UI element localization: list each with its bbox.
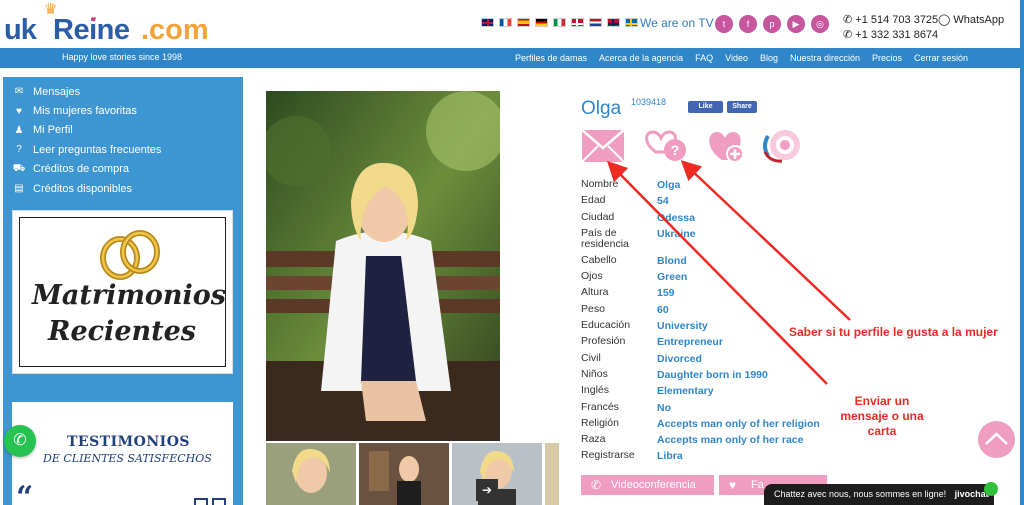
nav-item-acerca[interactable]: Acerca de la agencia	[599, 53, 683, 63]
profile-id: 1039418	[631, 97, 667, 107]
nav-item-faq[interactable]: FAQ	[695, 53, 713, 63]
language-flags	[481, 18, 638, 27]
flag-it-icon[interactable]	[553, 18, 566, 27]
sidebar-item-mensajes[interactable]: ✉ Mensajes	[12, 82, 161, 101]
chevron-up-icon	[985, 432, 1008, 445]
flag-se-icon[interactable]	[625, 18, 638, 27]
banner-title-line2: Recientes	[48, 316, 196, 347]
facebook-like-button[interactable]: Like	[688, 101, 723, 113]
nav-links: Perfiles de damas Acerca de la agencia F…	[515, 53, 968, 63]
nav-item-blog[interactable]: Blog	[760, 53, 778, 63]
photo-thumbnails	[266, 443, 559, 505]
videoconference-button[interactable]: ✆ Videoconferencia	[581, 475, 714, 495]
quote-icon: “	[16, 480, 34, 505]
nav-item-cerrar-sesion[interactable]: Cerrar sesión	[914, 53, 968, 63]
logo-com: .com	[141, 14, 209, 46]
site-logo[interactable]: ♛ uk Reine ♥ .com	[4, 2, 209, 48]
sidebar-menu: ✉ Mensajes ♥ Mis mujeres favoritas ♟ Mi Per…	[12, 82, 162, 198]
chat-text: Chattez avec nous, nous sommes en ligne!	[774, 489, 947, 499]
nav-bar: Happy love stories since 1998 Perfiles d…	[0, 48, 1020, 68]
pinterest-icon[interactable]: p	[763, 15, 781, 33]
we-are-on-tv-link[interactable]: We are on TV	[640, 16, 714, 30]
facebook-share-button[interactable]: Share	[727, 101, 757, 113]
flag-es-icon[interactable]	[517, 18, 530, 27]
social-links: t f p ▶ ◎	[715, 15, 829, 33]
flag-fr-icon[interactable]	[499, 18, 512, 27]
heart-icon: ♥	[729, 478, 737, 492]
annotation-like-check: Saber si tu perfile le gusta a la mujer	[789, 325, 998, 339]
heart-add-icon[interactable]	[704, 128, 750, 164]
scroll-to-top-button[interactable]	[978, 421, 1015, 458]
profile-photo-image	[266, 91, 500, 441]
envelope-icon: ✉	[14, 86, 24, 98]
twitter-icon[interactable]: t	[715, 15, 733, 33]
phone-icon: ✆	[591, 478, 602, 492]
sidebar-item-creditos[interactable]: ▤ Créditos disponibles	[12, 179, 161, 198]
facebook-icon[interactable]: f	[739, 15, 757, 33]
phone-icon: ✆	[843, 29, 856, 41]
heart-question-icon[interactable]: ?	[642, 128, 688, 164]
sidebar-item-comprar-creditos[interactable]: ⛟ Créditos de compra	[12, 160, 161, 179]
banner-frame: Matrimonios Recientes	[19, 217, 226, 367]
nav-item-direccion[interactable]: Nuestra dirección	[790, 53, 860, 63]
sidebar-item-mi-perfil[interactable]: ♟ Mi Perfil	[12, 121, 161, 140]
tagline: Happy love stories since 1998	[62, 52, 183, 62]
flag-de-icon[interactable]	[535, 18, 548, 27]
question-icon: ?	[16, 144, 22, 156]
wedding-rings-icon	[100, 230, 160, 280]
thumbnail[interactable]	[545, 443, 559, 505]
nav-item-precios[interactable]: Precios	[872, 53, 902, 63]
arrow-to-heart-question	[680, 160, 851, 321]
testimonios-title: TESTIMONIOS	[67, 434, 191, 450]
phone-icon: ✆	[843, 14, 856, 26]
flag-nl-icon[interactable]	[589, 18, 602, 27]
flag-no-icon[interactable]	[607, 18, 620, 27]
whatsapp-icon: ◯	[938, 14, 954, 26]
youtube-icon[interactable]: ▶	[787, 15, 805, 33]
sidebar-item-favoritas[interactable]: ♥ Mis mujeres favoritas	[12, 101, 161, 120]
live-chat-bar[interactable]: Chattez avec nous, nous sommes en ligne!…	[764, 482, 998, 505]
cart-icon: ⛟	[12, 162, 26, 174]
nav-item-perfiles[interactable]: Perfiles de damas	[515, 53, 587, 63]
thumbnail[interactable]	[266, 443, 356, 505]
arrow-right-icon: ➔	[481, 483, 493, 497]
banner-matrimonios[interactable]: Matrimonios Recientes	[12, 210, 233, 374]
next-icon[interactable]	[212, 498, 226, 505]
flag-uk-icon[interactable]	[481, 18, 494, 27]
logo-uk: uk	[4, 14, 37, 46]
prev-icon[interactable]	[194, 498, 208, 505]
whatsapp-link[interactable]: ◯ WhatsApp	[938, 13, 1004, 26]
site-header: ♛ uk Reine ♥ .com We are on TV t f p ▶ ◎…	[0, 0, 1024, 48]
whatsapp-float-button[interactable]: ✆	[4, 425, 36, 457]
page: ♛ uk Reine ♥ .com We are on TV t f p ▶ ◎…	[0, 0, 1024, 505]
instagram-icon[interactable]: ◎	[811, 15, 829, 33]
testimonios-subtitle: DE CLIENTES SATISFECHOS	[43, 452, 212, 465]
heart-icon: ♥	[16, 105, 22, 117]
online-indicator-icon	[984, 482, 998, 496]
envelope-icon[interactable]	[580, 128, 626, 164]
thumbnail-next-button[interactable]: ➔	[476, 479, 498, 501]
sidebar: ✉ Mensajes ♥ Mis mujeres favoritas ♟ Mi Per…	[3, 77, 243, 505]
sidebar-item-faq[interactable]: ? Leer preguntas frecuentes	[12, 140, 161, 159]
user-icon: ♟	[14, 124, 24, 136]
flag-dk-icon[interactable]	[571, 18, 584, 27]
phone-1[interactable]: ✆ +1 514 703 3725	[843, 13, 938, 26]
thumbnail[interactable]	[359, 443, 449, 505]
svg-text:?: ?	[671, 142, 680, 158]
phone-2[interactable]: ✆ +1 332 331 8674	[843, 28, 938, 41]
heart-icon: ♥	[91, 14, 97, 24]
whatsapp-icon: ✆	[13, 432, 27, 449]
annotation-send-message: Enviar un mensaje o una carta	[840, 394, 924, 438]
video-chat-icon[interactable]	[760, 128, 806, 164]
nav-item-video[interactable]: Video	[725, 53, 748, 63]
profile-photo[interactable]	[266, 91, 500, 441]
banner-testimonios[interactable]: TESTIMONIOS DE CLIENTES SATISFECHOS “	[12, 402, 233, 505]
profile-name: Olga	[581, 98, 622, 119]
banner-title-line1: Matrimonios	[32, 280, 227, 311]
credit-card-icon: ▤	[14, 183, 24, 195]
page-scrollbar[interactable]	[1020, 0, 1024, 505]
